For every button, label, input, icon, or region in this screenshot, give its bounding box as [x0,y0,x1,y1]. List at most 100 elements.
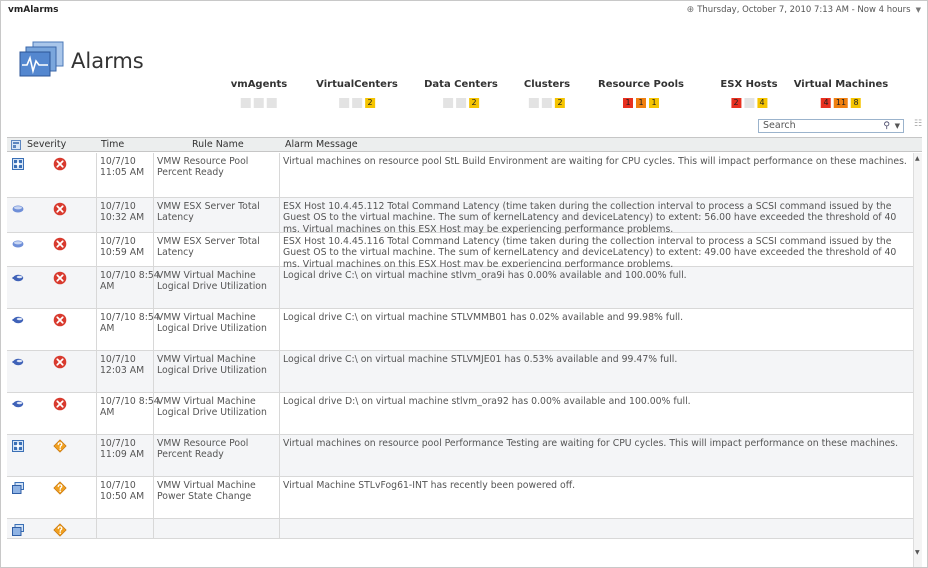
severity-count-badge[interactable] [456,98,466,108]
summary-virtualcenters[interactable]: VirtualCenters 2 [316,79,398,108]
scroll-down-icon[interactable]: ▼ [915,549,920,556]
table-row[interactable]: 10/7/10 12:03 AM VMW Virtual Machine Logi… [7,351,913,393]
vertical-scrollbar[interactable]: ▲ ▼ [913,153,922,567]
severity-count-badge[interactable] [266,98,277,108]
alarm-time: 10/7/10 10:32 AM [100,201,145,224]
alarm-time: 10/7/10 8:54 AM [100,396,160,419]
summary-clusters[interactable]: Clusters 2 [524,79,570,108]
chevron-down-icon[interactable]: ▼ [916,6,921,14]
page-header: Alarms vmAgents VirtualCenters 2 Data Cente… [1,29,927,115]
summary-data-centers[interactable]: Data Centers 2 [424,79,498,108]
severity-count-badge[interactable] [339,98,349,108]
grid-toolbar: Search ⚲ ▼ ☷ [7,119,922,133]
summary-esx-hosts[interactable]: ESX Hosts 2 4 [720,79,778,108]
column-header-time[interactable]: Time [101,139,124,150]
clock-icon: ⊕ [686,5,695,15]
severity-warning-icon [53,523,67,537]
column-header-alarm-message[interactable]: Alarm Message [285,139,358,150]
summary-counts: 4 11 8 [794,98,889,108]
table-row[interactable]: 10/7/10 11:09 AM VMW Resource Pool Percen… [7,435,913,477]
severity-count-badge[interactable]: 8 [850,98,861,108]
severity-critical-icon [53,237,67,251]
severity-critical-icon [53,271,67,285]
alarm-rule-name: VMW ESX Server Total Latency [157,201,260,224]
summary-label: Clusters [523,79,571,90]
severity-count-badge[interactable] [240,98,251,108]
severity-count-badge[interactable]: 1 [636,98,646,108]
table-row[interactable]: 10/7/10 8:54 AM VMW Virtual Machine Logic… [7,393,913,435]
summary-label: Data Centers [424,79,498,90]
table-row-partial[interactable] [7,519,913,539]
severity-warning-icon [53,481,67,495]
summary-resource-pools[interactable]: Resource Pools 1 1 1 [598,79,684,108]
search-input[interactable]: Search ⚲ ▼ [758,119,904,133]
severity-count-badge[interactable]: 2 [554,98,565,108]
logical-drive-icon [12,400,24,408]
alarm-rule-name: VMW ESX Server Total Latency [157,236,260,259]
column-settings-icon[interactable]: ☷ [914,119,922,129]
summary-counts [231,98,287,108]
severity-count-badge[interactable]: 1 [649,98,659,108]
severity-count-badge[interactable] [253,98,264,108]
severity-count-badge[interactable]: 2 [469,98,479,108]
severity-count-badge[interactable]: 4 [820,98,831,108]
summary-counts: 24 [720,98,777,108]
table-row[interactable]: 10/7/10 11:05 AM VMW Resource Pool Percen… [7,153,913,198]
virtual-machine-icon [12,524,24,536]
severity-critical-icon [53,157,67,171]
table-header: Severity Time Rule Name Alarm Message [7,138,922,152]
alarm-time: 10/7/10 8:54 AM [100,270,160,293]
alarm-time: 10/7/10 8:54 AM [100,312,160,335]
alarm-table: Severity Time Rule Name Alarm Message 10… [7,137,922,567]
severity-count-badge[interactable]: 1 [623,98,633,108]
summary-counts: 2 [316,98,398,108]
severity-count-badge[interactable]: 4 [757,98,767,108]
resource-pool-icon [12,440,24,452]
time-range-label: Thursday, October 7, 2010 7:13 AM - Now … [697,5,911,15]
summary-label: ESX Hosts [720,79,778,90]
alarm-message: Virtual machines on resource pool Perfor… [283,438,899,449]
alarm-time: 10/7/10 10:50 AM [100,480,145,503]
alarm-time: 10/7/10 11:09 AM [100,438,145,461]
summary-vmagents[interactable]: vmAgents [231,79,287,108]
severity-count-badge[interactable] [541,98,552,108]
summary-counts: 111 [598,98,684,108]
table-row[interactable]: 10/7/10 8:54 AM VMW Virtual Machine Logic… [7,267,913,309]
column-header-rule-name[interactable]: Rule Name [192,139,244,150]
logical-drive-icon [12,358,24,366]
search-icon[interactable]: ⚲ [883,120,890,132]
alarm-rule-name: VMW Virtual Machine Logical Drive Utiliz… [157,270,267,293]
table-row[interactable]: 10/7/10 10:50 AM VMW Virtual Machine Powe… [7,477,913,519]
table-row[interactable]: 10/7/10 8:54 AM VMW Virtual Machine Logic… [7,309,913,351]
scroll-up-icon[interactable]: ▲ [915,155,920,162]
severity-count-badge[interactable]: 2 [365,98,375,108]
summary-virtual-machines[interactable]: Virtual Machines 4 11 8 [794,79,889,108]
severity-warning-icon [53,439,67,453]
page-title: Alarms [71,49,144,73]
chevron-down-icon[interactable]: ▼ [895,120,900,132]
table-row[interactable]: 10/7/10 10:59 AM VMW ESX Server Total Lat… [7,233,913,270]
alarm-time: 10/7/10 12:03 AM [100,354,145,377]
alarm-rule-name: VMW Resource Pool Percent Ready [157,156,249,179]
severity-count-badge[interactable] [744,98,754,108]
alarm-message: Virtual machines on resource pool StL Bu… [283,156,907,167]
severity-count-badge[interactable] [443,98,453,108]
column-header-severity[interactable]: Severity [27,139,66,150]
severity-count-badge[interactable] [528,98,539,108]
time-range-selector[interactable]: ⊕ Thursday, October 7, 2010 7:13 AM - No… [687,5,921,15]
severity-count-badge[interactable] [352,98,362,108]
alarm-rule-name: VMW Virtual Machine Power State Change [157,480,256,503]
table-body: 10/7/10 11:05 AM VMW Resource Pool Percen… [7,153,913,567]
logical-drive-icon [12,316,24,324]
severity-critical-icon [53,355,67,369]
select-columns-icon[interactable] [11,140,21,150]
top-bar: vmAlarms ⊕ Thursday, October 7, 2010 7:1… [1,1,927,21]
summary-label: Resource Pools [598,79,684,90]
column-divider [153,153,154,539]
severity-critical-icon [53,313,67,327]
alarm-rule-name: VMW Virtual Machine Logical Drive Utiliz… [157,312,267,335]
severity-count-badge[interactable]: 11 [833,98,848,108]
table-row[interactable]: 10/7/10 10:32 AM VMW ESX Server Total Lat… [7,198,913,235]
search-placeholder: Search [763,120,796,131]
severity-count-badge[interactable]: 2 [731,98,741,108]
